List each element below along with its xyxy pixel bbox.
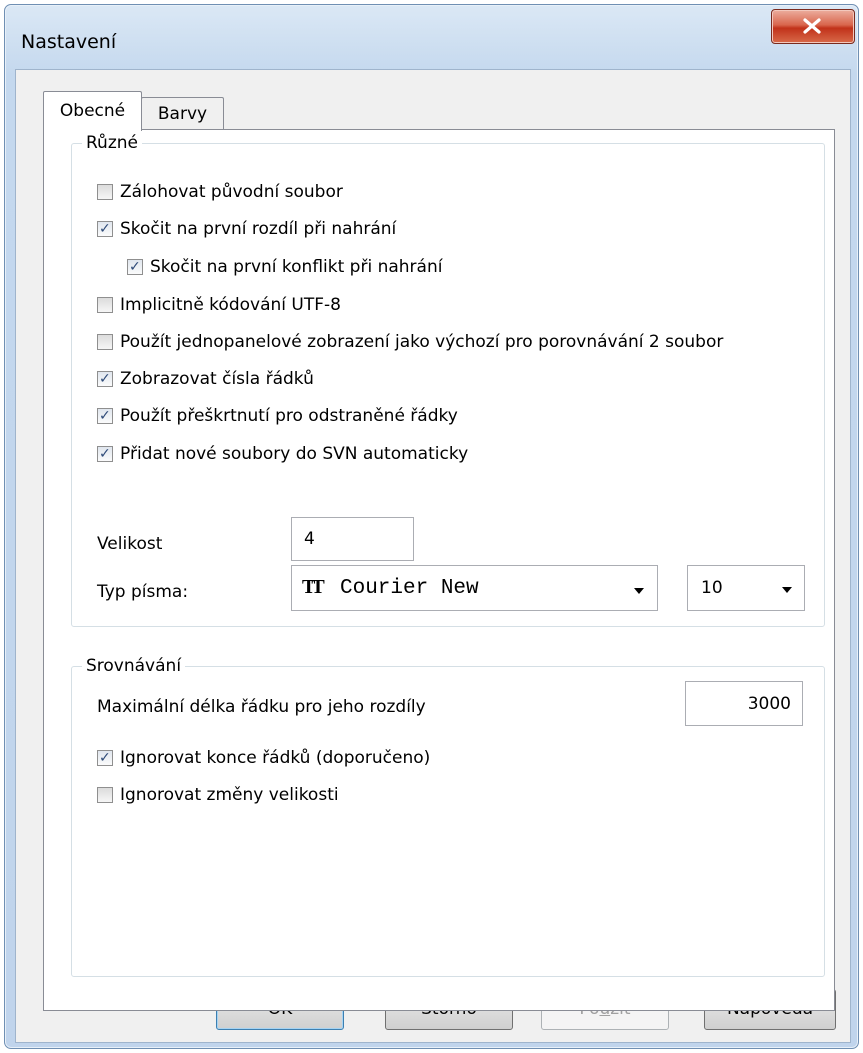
checkbox-label: Zobrazovat čísla řádků [120,369,314,389]
chevron-down-icon [782,587,792,593]
check-mark-icon: ✓ [129,259,141,275]
checkbox-box [97,184,113,200]
group-misc-title: Různé [82,132,142,154]
checkbox-box: ✓ [97,371,113,387]
font-size-value: 10 [701,578,723,598]
tab-panel-general: Různé Zálohovat původní soubor ✓ Skočit … [43,129,835,1011]
size-input[interactable]: 4 [291,517,414,561]
check-mark-icon: ✓ [99,750,111,766]
chevron-down-icon [634,588,644,594]
max-line-length-value: 3000 [747,694,791,714]
max-line-length-input[interactable]: 3000 [685,681,803,726]
checkbox-ignore-eol[interactable]: ✓ Ignorovat konce řádků (doporučeno) [97,747,430,769]
tab-general[interactable]: Obecné [43,91,142,131]
checkbox-box [97,297,113,313]
checkbox-label: Ignorovat konce řádků (doporučeno) [120,748,431,768]
size-value: 4 [304,529,315,549]
checkbox-backup-original[interactable]: Zálohovat původní soubor [97,181,343,203]
truetype-font-icon: TT [302,576,325,598]
checkbox-box [97,334,113,350]
checkbox-box: ✓ [97,750,113,766]
checkbox-label: Použít jednopanelové zobrazení jako vých… [120,332,724,352]
font-label: Typ písma: [97,582,189,602]
checkbox-label: Použít přeškrtnutí pro odstraněné řádky [120,406,458,426]
group-compare: Srovnávání Maximální délka řádku pro jeh… [71,655,825,977]
font-value: Courier New [340,577,479,600]
checkbox-strikethrough-removed[interactable]: ✓ Použít přeškrtnutí pro odstraněné řádk… [97,405,458,427]
checkbox-label: Skočit na první rozdíl při nahrání [120,219,397,239]
checkbox-label: Ignorovat změny velikosti [120,785,339,805]
checkbox-ignore-case[interactable]: Ignorovat změny velikosti [97,784,339,806]
checkbox-box: ✓ [97,408,113,424]
font-dropdown[interactable]: TT Courier New [291,565,658,611]
checkbox-add-to-svn[interactable]: ✓ Přidat nové soubory do SVN automaticky [97,443,468,465]
checkbox-label: Skočit na první konflikt při nahrání [150,257,443,277]
checkbox-box: ✓ [127,259,143,275]
close-icon [803,18,821,34]
checkbox-jump-first-diff[interactable]: ✓ Skočit na první rozdíl při nahrání [97,218,396,240]
checkbox-box [97,787,113,803]
size-label: Velikost [97,534,163,554]
close-button[interactable] [771,9,855,44]
group-misc: Různé Zálohovat původní soubor ✓ Skočit … [71,132,825,627]
check-mark-icon: ✓ [99,371,111,387]
checkbox-single-pane-view[interactable]: Použít jednopanelové zobrazení jako vých… [97,331,824,353]
settings-window: Nastavení Obecné Barvy Různé Zálohovat p… [4,4,859,1049]
checkbox-jump-first-conflict[interactable]: ✓ Skočit na první konflikt při nahrání [127,256,442,278]
check-mark-icon: ✓ [99,446,111,462]
window-title: Nastavení [21,31,117,53]
checkbox-box: ✓ [97,221,113,237]
check-mark-icon: ✓ [99,221,111,237]
group-compare-title: Srovnávání [82,655,186,677]
checkbox-label: Přidat nové soubory do SVN automaticky [120,444,469,464]
max-line-length-label: Maximální délka řádku pro jeho rozdíly [97,697,426,717]
font-size-dropdown[interactable]: 10 [687,565,805,611]
tab-colors[interactable]: Barvy [141,97,224,131]
dialog-client-area: Obecné Barvy Různé Zálohovat původní sou… [15,69,851,1043]
checkbox-show-line-numbers[interactable]: ✓ Zobrazovat čísla řádků [97,368,314,390]
checkbox-label: Zálohovat původní soubor [120,182,343,202]
checkbox-label: Implicitně kódování UTF-8 [120,295,341,315]
check-mark-icon: ✓ [99,408,111,424]
checkbox-default-utf8[interactable]: Implicitně kódování UTF-8 [97,294,341,316]
checkbox-box: ✓ [97,446,113,462]
